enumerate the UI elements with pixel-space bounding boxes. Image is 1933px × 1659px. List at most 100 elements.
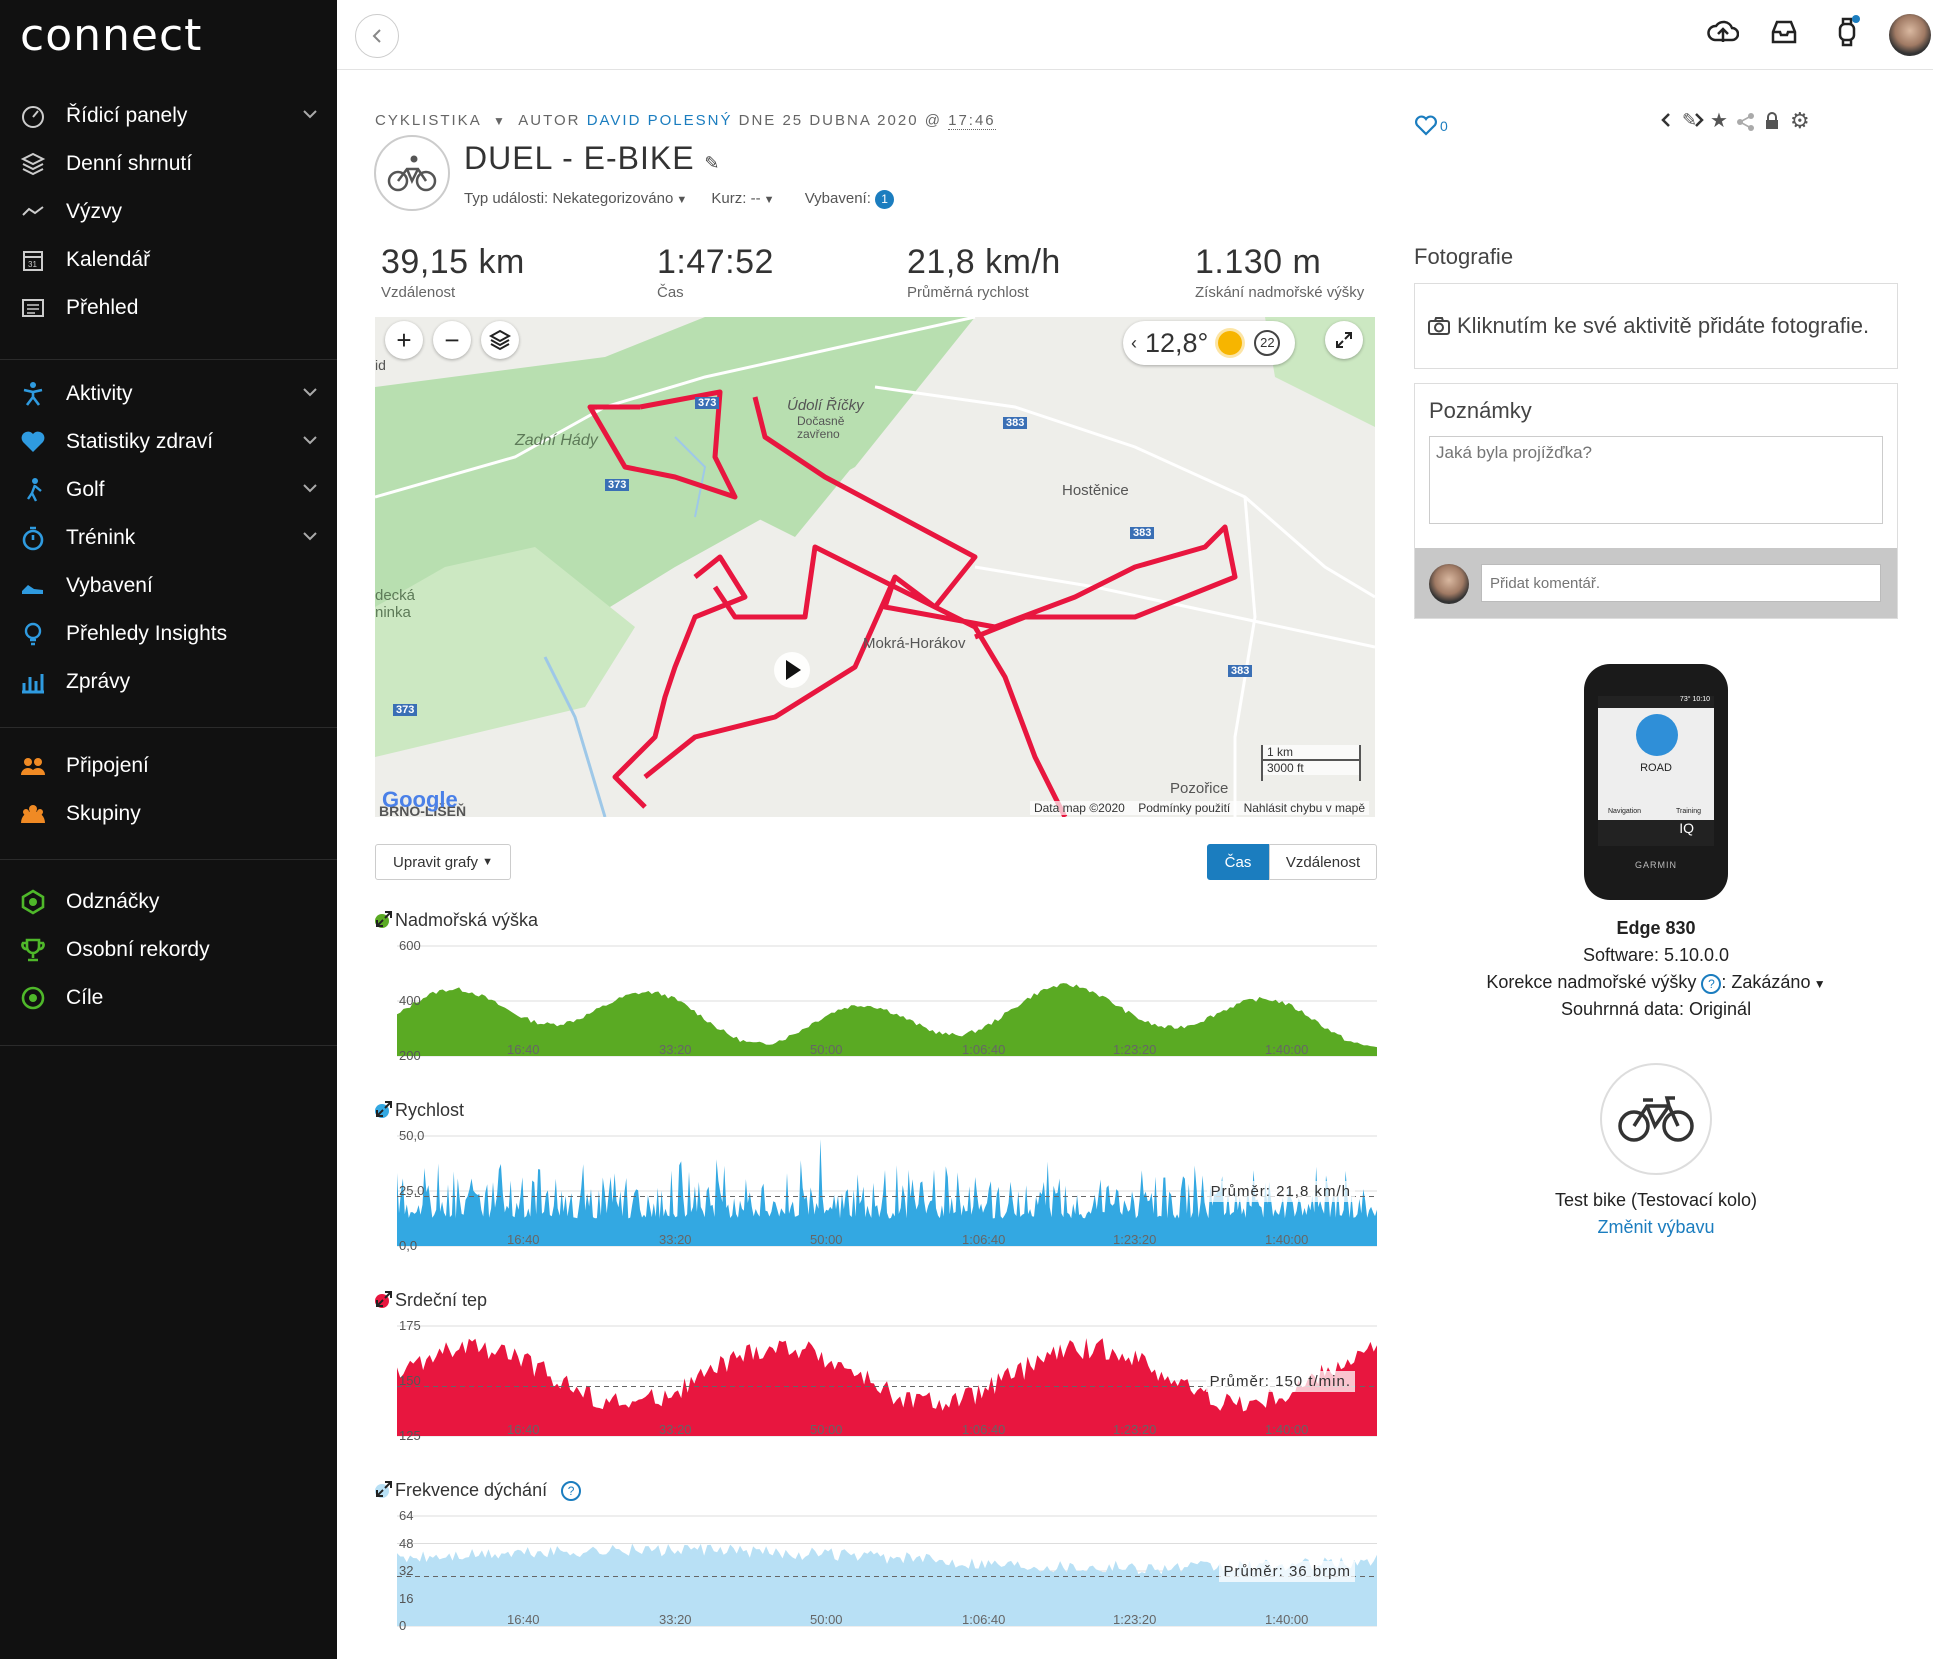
sidebar-item-connections[interactable]: Připojení — [0, 742, 337, 790]
zoom-in-button[interactable]: + — [385, 321, 423, 359]
sidebar-item-reports[interactable]: Zprávy — [0, 658, 337, 706]
average-label: Průměr: 150 t/min. — [1205, 1370, 1355, 1392]
layers-button[interactable] — [481, 321, 519, 359]
nav-group-achievements: Odznáčky Osobní rekordy Cíle — [0, 878, 337, 1046]
event-type-select[interactable]: Typ události: Nekategorizováno — [464, 190, 673, 207]
device-watch-icon[interactable] — [1833, 14, 1861, 48]
svg-text:31: 31 — [28, 260, 37, 269]
chevron-down-icon[interactable] — [303, 483, 317, 493]
sidebar-item-stopwatch[interactable]: Trénink — [0, 514, 337, 562]
help-icon[interactable]: ? — [1701, 974, 1722, 994]
zoom-out-button[interactable]: − — [433, 321, 471, 359]
sidebar-item-groups[interactable]: Skupiny — [0, 790, 337, 838]
scale-ft: 3000 ft — [1263, 761, 1359, 775]
edit-charts-button[interactable]: Upravit grafy ▼ — [375, 844, 511, 880]
edit-icon[interactable]: ✎ — [1682, 110, 1697, 131]
share-icon[interactable] — [1736, 112, 1756, 132]
stat-time: 1:47:52 Čas — [657, 243, 774, 301]
device-mode: ROAD — [1640, 762, 1672, 774]
activity-date: DNE 25 DUBNA 2020 @ — [738, 112, 942, 129]
x-tick-label: 1:23:20 — [1113, 1232, 1156, 1247]
chevron-down-icon[interactable] — [303, 109, 317, 119]
sidebar-item-challenges[interactable]: Výzvy — [0, 188, 337, 236]
sidebar-item-lightbulb[interactable]: Přehledy Insights — [0, 610, 337, 658]
x-tick-label: 50:00 — [810, 1422, 843, 1437]
sidebar-item-newsfeed[interactable]: Přehled — [0, 284, 337, 332]
chart-plot[interactable]: 16:40 33:20 50:00 1:06:40 1:23:20 1:40:00 — [375, 1290, 1377, 1446]
fullscreen-button[interactable] — [1325, 321, 1363, 359]
connect-logo[interactable]: connect — [20, 10, 202, 61]
map-canvas — [375, 317, 1375, 817]
y-tick-label: 16 — [399, 1590, 414, 1606]
sidebar-item-shoe[interactable]: Vybavení — [0, 562, 337, 610]
sidebar-item-goal[interactable]: Cíle — [0, 974, 337, 1022]
tab-time[interactable]: Čas — [1207, 844, 1269, 880]
chart-plot[interactable]: 16:40 33:20 50:00 1:06:40 1:23:20 1:40:00 — [375, 1480, 1377, 1636]
pencil-icon[interactable]: ✎ — [704, 153, 720, 173]
star-icon[interactable]: ★ — [1710, 108, 1728, 133]
comment-input[interactable] — [1481, 564, 1881, 602]
add-photos-panel[interactable]: Kliknutím ke své aktivitě přidáte fotogr… — [1414, 283, 1898, 369]
trophy-icon — [20, 937, 46, 963]
likes-count: 0 — [1440, 118, 1448, 134]
heart-like-icon[interactable] — [1414, 114, 1438, 136]
terms-link[interactable]: Podmínky použití — [1138, 801, 1230, 815]
wind-badge: 22 — [1254, 330, 1281, 356]
map-scale: 1 km 3000 ft — [1261, 745, 1361, 781]
sidebar-item-label: Osobní rekordy — [66, 938, 210, 961]
newsfeed-icon — [20, 295, 46, 321]
sidebar-item-label: Výzvy — [66, 200, 123, 223]
stat-label: Čas — [657, 284, 684, 301]
chevron-down-icon[interactable] — [303, 387, 317, 397]
activity-time[interactable]: 17:46 — [948, 112, 996, 130]
temperature: 12,8° — [1145, 327, 1209, 358]
report-link[interactable]: Nahlásit chybu v mapě — [1244, 801, 1365, 815]
chevron-down-icon[interactable] — [303, 435, 317, 445]
author-link[interactable]: DAVID POLESNÝ — [587, 112, 733, 129]
stat-value: 1.130 m — [1195, 243, 1322, 281]
elev-corr-value[interactable]: : Zakázáno — [1721, 972, 1810, 992]
tab-distance[interactable]: Vzdálenost — [1269, 844, 1377, 880]
activity-type[interactable]: CYKLISTIKA — [375, 112, 481, 129]
x-tick-label: 50:00 — [810, 1232, 843, 1247]
activity-title: DUEL - E-BIKE ✎ — [464, 140, 721, 177]
user-avatar[interactable] — [1889, 14, 1931, 56]
chart-plot[interactable]: 16:40 33:20 50:00 1:06:40 1:23:20 1:40:00 — [375, 1100, 1377, 1256]
inbox-icon[interactable] — [1769, 18, 1799, 46]
nav-group-main: Řídicí panely Denní shrnutí Výzvy 31 Kalendá… — [0, 92, 337, 360]
golf-icon — [20, 477, 46, 503]
upload-icon[interactable] — [1707, 18, 1739, 46]
notes-textarea[interactable] — [1429, 436, 1883, 524]
lock-icon[interactable] — [1764, 112, 1780, 130]
chevron-down-icon[interactable] — [303, 531, 317, 541]
sidebar-item-golf[interactable]: Golf — [0, 466, 337, 514]
sidebar-item-layers[interactable]: Denní shrnutí — [0, 140, 337, 188]
sidebar-item-activities[interactable]: Aktivity — [0, 370, 337, 418]
change-gear-link[interactable]: Změnit výbavu — [1414, 1217, 1898, 1238]
route-map[interactable]: + − ‹ 12,8° 22 Údolí Říčky Dočasně zavře… — [375, 317, 1375, 817]
notes-panel: Poznámky — [1414, 383, 1898, 619]
sidebar-item-dashboard[interactable]: Řídicí panely — [0, 92, 337, 140]
chart-plot[interactable]: 16:40 33:20 50:00 1:06:40 1:23:20 1:40:00 — [375, 910, 1377, 1066]
sidebar-item-calendar[interactable]: 31 Kalendář — [0, 236, 337, 284]
stopwatch-icon — [20, 525, 46, 551]
gear-count-badge[interactable]: 1 — [875, 190, 895, 209]
weather-widget[interactable]: ‹ 12,8° 22 — [1123, 321, 1295, 365]
settings-gear-icon[interactable]: ⚙ — [1790, 108, 1810, 134]
google-logo[interactable]: Google — [382, 787, 458, 813]
sidebar-item-badge[interactable]: Odznáčky — [0, 878, 337, 926]
previous-activity-icon[interactable] — [1659, 111, 1673, 129]
y-tick-label: 0 — [399, 1618, 407, 1633]
sidebar-item-label: Cíle — [66, 986, 104, 1009]
activity-title-text[interactable]: DUEL - E-BIKE — [464, 140, 695, 176]
back-button[interactable] — [355, 14, 399, 58]
caret-down-icon[interactable]: ▼ — [493, 114, 507, 128]
sidebar-item-label: Zprávy — [66, 670, 131, 693]
sidebar-item-heart[interactable]: Statistiky zdraví — [0, 418, 337, 466]
device-training: Training — [1676, 808, 1702, 815]
course-select[interactable]: Kurz: -- — [711, 190, 760, 207]
x-tick-label: 1:23:20 — [1113, 1042, 1156, 1057]
sidebar-item-trophy[interactable]: Osobní rekordy — [0, 926, 337, 974]
chevron-left-icon[interactable]: ‹ — [1131, 333, 1137, 354]
sidebar-item-label: Golf — [66, 478, 105, 501]
